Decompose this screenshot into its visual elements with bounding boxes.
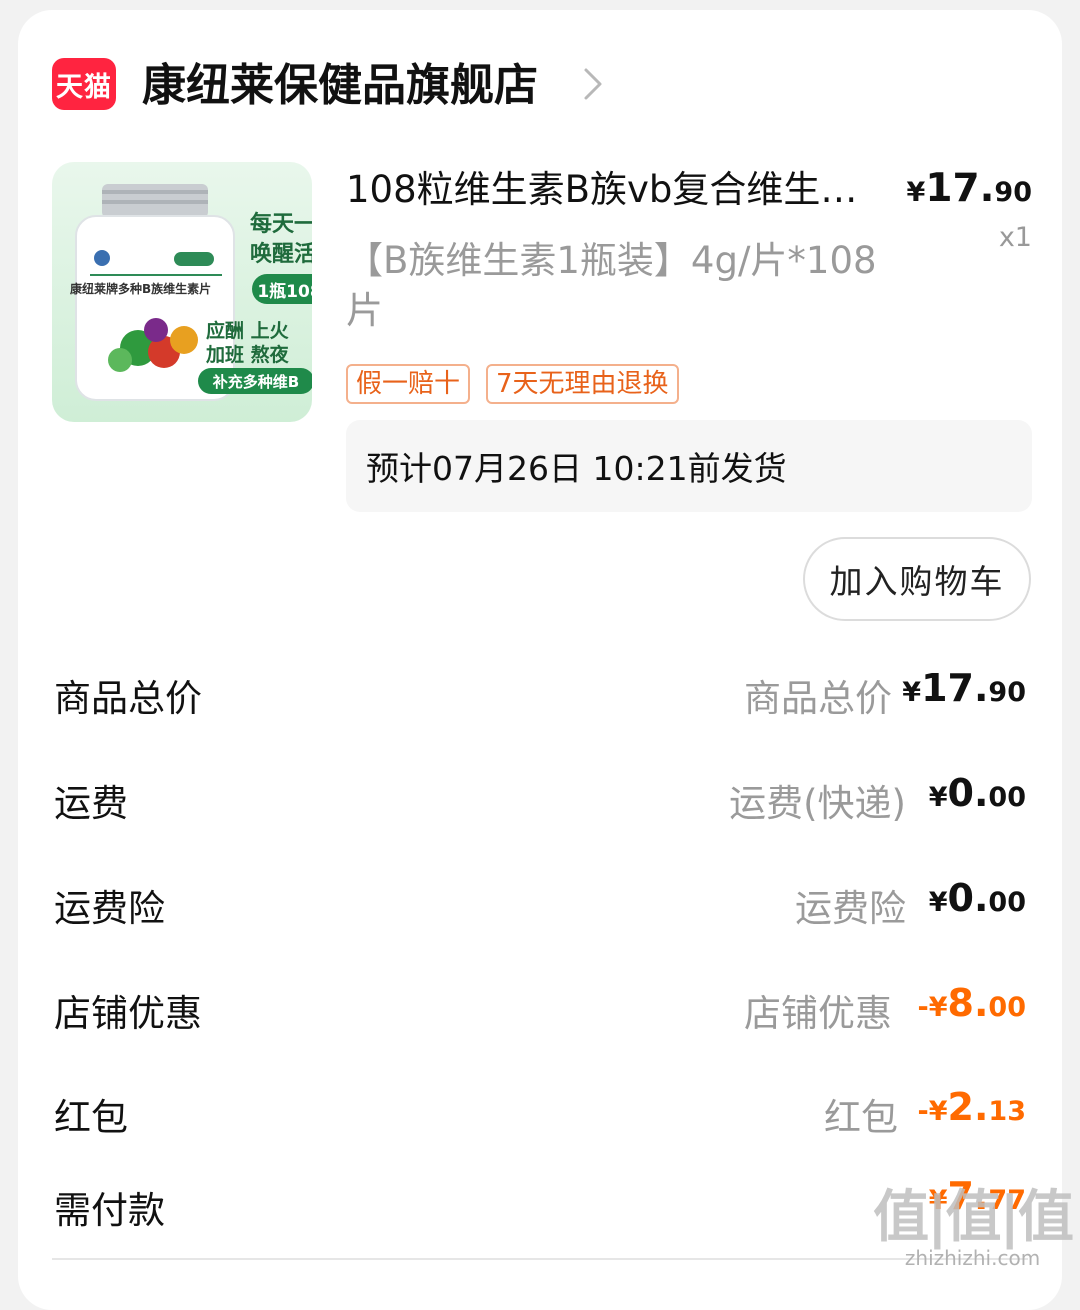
tmall-badge-text: 天猫 xyxy=(56,71,112,103)
price-currency: ¥ xyxy=(906,177,926,208)
amount-currency: ¥ xyxy=(928,782,948,813)
row-sub-store-discount[interactable]: 店铺优惠 xyxy=(744,983,892,1037)
row-sub-shipping[interactable]: 运费(快递) xyxy=(729,773,906,827)
tmall-logo-icon: 天猫 xyxy=(52,58,116,110)
bottle-label: 康纽莱牌多种B族维生素片 xyxy=(70,282,212,296)
add-to-cart-button[interactable]: 加入购物车 xyxy=(803,537,1031,621)
delivery-estimate: 预计07月26日 10:21前发货 xyxy=(346,420,1032,512)
delivery-estimate-text: 预计07月26日 10:21前发货 xyxy=(366,449,787,488)
product-title[interactable]: 108粒维生素B族vb复合维生… xyxy=(346,164,886,216)
watermark-logo: 值|值|值 xyxy=(873,1185,1074,1250)
shop-name[interactable]: 康纽莱保健品旗舰店 xyxy=(142,56,538,116)
row-label-goods-total: 商品总价 xyxy=(54,677,202,720)
image-line-3: 应酬 上火 xyxy=(206,320,289,342)
amount-integer: 0. xyxy=(947,876,989,920)
image-bar: 补充多种维B xyxy=(198,368,312,394)
amount-integer: 17. xyxy=(921,666,989,710)
row-label-shipping-insurance: 运费险 xyxy=(54,887,165,930)
amount-red-packet: -¥2.13 xyxy=(918,1085,1026,1129)
amount-decimal: 90 xyxy=(988,677,1026,708)
row-sub-shipping-insurance[interactable]: 运费险 xyxy=(795,878,906,932)
row-label-amount-due: 需付款 xyxy=(54,1189,165,1232)
amount-goods-total: ¥17.90 xyxy=(902,666,1026,710)
amount-shipping-insurance: ¥0.00 xyxy=(929,876,1026,920)
image-line-2: 唤醒活力 xyxy=(250,242,312,267)
amount-integer: 2. xyxy=(947,1085,989,1129)
price-integer: 17. xyxy=(925,166,995,211)
row-label-red-packet: 红包 xyxy=(54,1096,128,1139)
watermark-url: zhizhizhi.com xyxy=(904,1246,1041,1270)
amount-store-discount: -¥8.00 xyxy=(918,981,1026,1025)
image-line-1: 每天一片 xyxy=(250,212,312,237)
amount-currency: ¥ xyxy=(928,887,948,918)
amount-currency: -¥ xyxy=(917,1096,948,1127)
tag-fake-compensation: 假一赔十 xyxy=(346,364,471,404)
image-pill: 1瓶108片 xyxy=(252,274,312,304)
row-sub-red-packet[interactable]: 红包 xyxy=(824,1087,898,1141)
product-image[interactable]: 康纽莱牌多种B族维生素片 每天一片 唤醒活力 1瓶108片 应酬 上火 加班 熬… xyxy=(52,162,312,422)
product-sku[interactable]: 【B族维生素1瓶装】4g/片*108片 xyxy=(346,236,886,336)
tag-7day-return: 7天无理由退换 xyxy=(486,364,679,404)
product-quantity: x1 xyxy=(998,222,1032,253)
amount-decimal: 00 xyxy=(988,887,1026,918)
amount-integer: 8. xyxy=(947,981,989,1025)
amount-integer: 0. xyxy=(947,771,989,815)
row-label-store-discount: 店铺优惠 xyxy=(54,992,202,1035)
image-line-4: 加班 熬夜 xyxy=(206,344,289,366)
amount-currency: -¥ xyxy=(917,992,948,1023)
amount-shipping: ¥0.00 xyxy=(929,771,1026,815)
row-label-shipping: 运费 xyxy=(54,782,128,825)
chevron-right-icon[interactable] xyxy=(578,62,608,106)
watermark: 值|值|值 zhizhizhi.com xyxy=(873,1185,1074,1270)
amount-currency: ¥ xyxy=(902,677,922,708)
amount-decimal: 00 xyxy=(988,992,1026,1023)
row-sub-goods-total: 商品总价 xyxy=(744,677,892,720)
product-price: ¥17.90 xyxy=(907,166,1032,211)
amount-decimal: 13 xyxy=(988,1096,1026,1127)
amount-decimal: 00 xyxy=(988,782,1026,813)
price-decimal: 90 xyxy=(994,177,1032,208)
